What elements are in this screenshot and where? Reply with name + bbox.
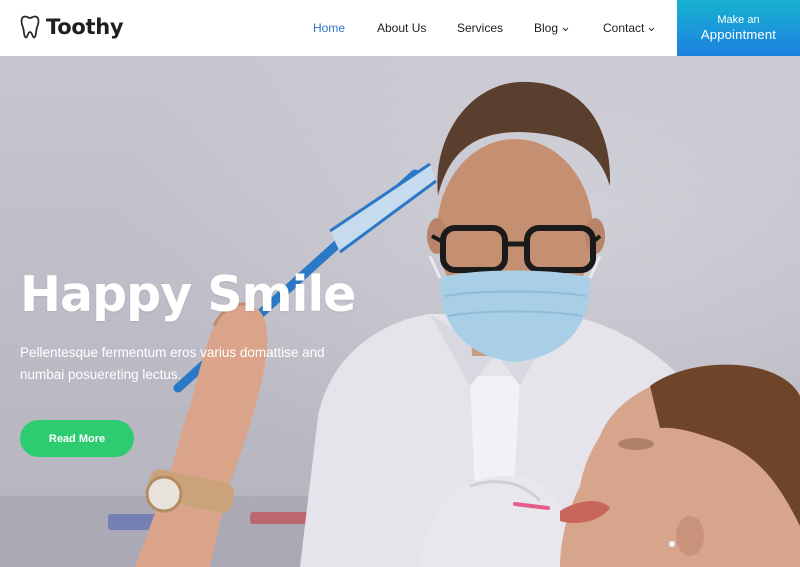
hero-subtitle: Pellentesque fermentum eros varius domat…	[20, 345, 325, 382]
nav-blog-label: Blog	[534, 21, 559, 35]
brand-name: Toothy	[46, 15, 124, 39]
read-more-label: Read More	[48, 432, 106, 445]
make-appointment-button[interactable]: Make an Appointment	[677, 0, 800, 56]
nav-home-label: Home	[313, 21, 346, 35]
chevron-down-icon	[648, 21, 655, 35]
cta-line1: Make an	[717, 14, 760, 26]
nav-about-us-label: About Us	[377, 21, 427, 35]
chevron-down-icon	[562, 21, 569, 35]
nav-services[interactable]: Services	[457, 21, 503, 35]
tooth-icon	[20, 15, 40, 39]
nav-contact-label: Contact	[603, 21, 645, 35]
nav-home[interactable]: Home	[313, 21, 345, 35]
nav-contact[interactable]: Contact	[603, 21, 655, 35]
hero-banner: Happy Smile Pellentesque fermentum eros …	[0, 56, 800, 567]
read-more-button[interactable]: Read More	[20, 420, 134, 457]
nav-about-us[interactable]: About Us	[377, 21, 426, 35]
hero-title: Happy Smile	[20, 266, 356, 323]
nav-services-label: Services	[457, 21, 504, 35]
site-header: Toothy Home About Us Services Blog Conta…	[0, 0, 800, 56]
cta-line2: Appointment	[700, 27, 777, 42]
nav-blog[interactable]: Blog	[534, 21, 569, 35]
brand-logo[interactable]: Toothy	[20, 15, 124, 39]
